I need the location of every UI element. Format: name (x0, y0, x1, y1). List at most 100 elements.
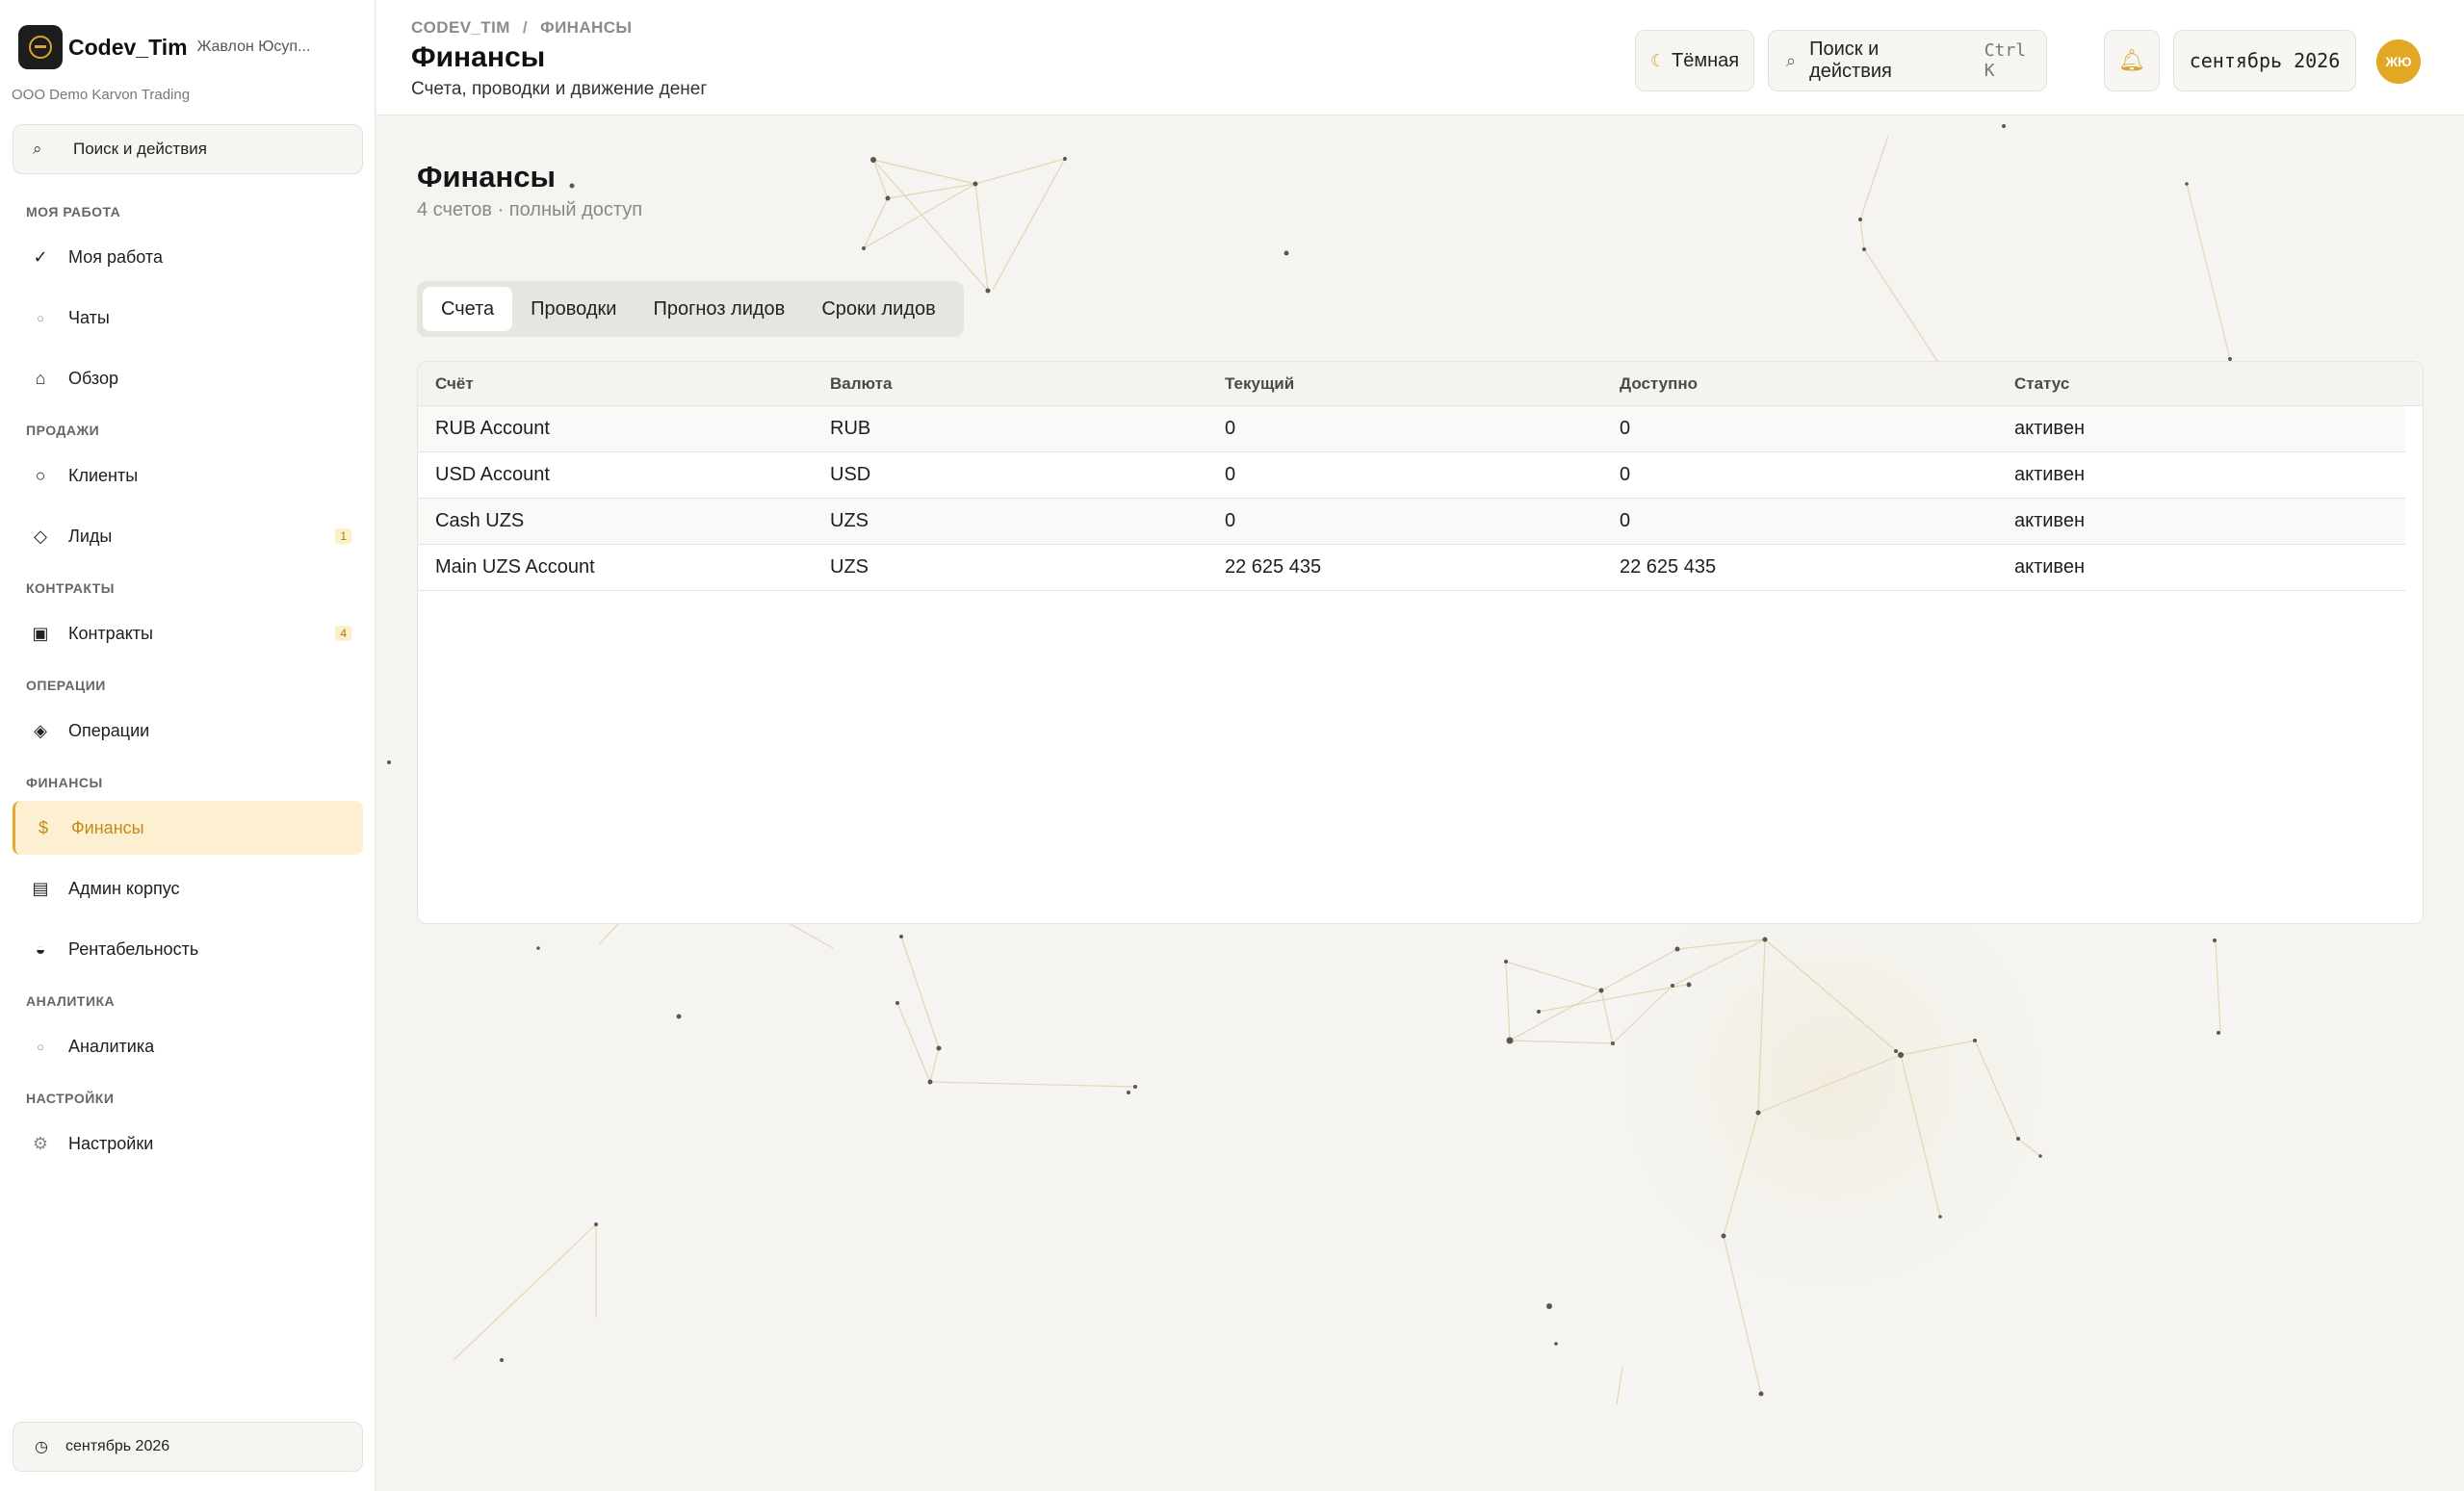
brand[interactable]: Codev_Tim Жавлон Юсуп... (18, 25, 310, 69)
page-title: Финансы (417, 160, 556, 193)
sidebar-item-settings[interactable]: ⚙ Настройки (13, 1117, 363, 1170)
sidebar-item-label: Финансы (71, 817, 144, 837)
avatar[interactable]: ЖЮ (2376, 39, 2421, 84)
column-header-current[interactable]: Текущий (1207, 374, 1602, 394)
period-selector[interactable]: сентябрь 2026 (2173, 30, 2356, 91)
column-header-account[interactable]: Счёт (418, 374, 813, 394)
breadcrumb-root[interactable]: CODEV_TIM (411, 18, 510, 37)
chat-icon: ○ (37, 310, 44, 325)
cell-current: 0 (1225, 510, 1236, 531)
column-header-status[interactable]: Статус (1997, 374, 2382, 394)
sidebar-item-leads[interactable]: ◇ Лиды 1 (13, 509, 363, 563)
breadcrumb-separator: / (522, 18, 529, 37)
cell-available: 0 (1620, 510, 1631, 531)
search-icon: ⌕ (33, 140, 42, 158)
cell-account: Main UZS Account (435, 556, 595, 578)
section-sales: ПРОДАЖИ (26, 423, 100, 438)
table-row[interactable]: RUB Account RUB 0 0 активен (418, 406, 2405, 452)
breadcrumb: CODEV_TIM / ФИНАНСЫ (411, 18, 632, 38)
dollar-icon: $ (38, 817, 48, 837)
column-header-currency[interactable]: Валюта (813, 374, 1207, 394)
header-title: Финансы (411, 41, 546, 73)
sidebar-item-my-work[interactable]: ✓ Моя работа (13, 230, 363, 284)
sidebar-item-profitability[interactable]: ◒ Рентабельность (13, 922, 363, 976)
cell-status: активен (2014, 418, 2085, 439)
sidebar-item-label: Моя работа (68, 246, 163, 267)
home-icon: ⌂ (35, 368, 46, 388)
cell-status: активен (2014, 510, 2085, 531)
circle-icon: ○ (35, 465, 46, 485)
small-circle-icon: ○ (37, 1039, 44, 1054)
gear-icon: ⚙ (32, 1133, 49, 1153)
brand-name: Codev_Tim (68, 34, 188, 60)
diamond-dot-icon: ◈ (34, 720, 47, 740)
theme-toggle-label: Тёмная (1672, 49, 1740, 71)
sidebar-item-label: Лиды (68, 526, 113, 546)
clock-icon: ◷ (35, 1439, 48, 1455)
cell-currency: UZS (830, 510, 869, 531)
theme-toggle-button[interactable]: ☾ Тёмная (1635, 30, 1754, 91)
tab-postings[interactable]: Проводки (512, 287, 635, 331)
sidebar-period-selector[interactable]: ◷ сентябрь 2026 (13, 1422, 363, 1472)
table-row[interactable]: Cash UZS UZS 0 0 активен (418, 499, 2405, 545)
top-header: CODEV_TIM / ФИНАНСЫ Финансы Счета, прово… (376, 0, 2464, 116)
accounts-table: Счёт Валюта Текущий Доступно Статус RUB … (417, 361, 2424, 924)
search-shortcut: Ctrl K (1984, 40, 2027, 81)
sidebar-search-button[interactable]: ⌕ Поиск и действия (13, 124, 363, 174)
sidebar-item-label: Клиенты (68, 465, 139, 485)
table-header: Счёт Валюта Текущий Доступно Статус (418, 362, 2423, 406)
sidebar-item-label: Операции (68, 720, 150, 740)
cell-currency: UZS (830, 556, 869, 578)
cell-status: активен (2014, 464, 2085, 485)
brand-logo (18, 25, 63, 69)
table-row[interactable]: USD Account USD 0 0 активен (418, 452, 2405, 499)
table-row[interactable]: Main UZS Account UZS 22 625 435 22 625 4… (418, 545, 2405, 591)
sidebar-item-clients[interactable]: ○ Клиенты (13, 449, 363, 502)
sidebar-item-finance[interactable]: $ Финансы (13, 801, 363, 855)
diamond-icon: ◇ (34, 526, 47, 546)
sidebar-search-label: Поиск и действия (73, 140, 207, 158)
cell-available: 22 625 435 (1620, 556, 1717, 578)
tab-lead-forecast[interactable]: Прогноз лидов (635, 287, 803, 331)
cell-currency: USD (830, 464, 871, 485)
sidebar-item-overview[interactable]: ⌂ Обзор (13, 351, 363, 405)
section-finance: ФИНАНСЫ (26, 775, 103, 790)
sidebar-item-label: Настройки (68, 1133, 154, 1153)
tab-bar: Счета Проводки Прогноз лидов Сроки лидов (417, 281, 964, 337)
sidebar-item-operations[interactable]: ◈ Операции (13, 704, 363, 758)
cell-available: 0 (1620, 464, 1631, 485)
sidebar-item-chats[interactable]: ○ Чаты (13, 291, 363, 345)
header-subtitle: Счета, проводки и движение денег (411, 79, 708, 99)
sidebar-item-label: Обзор (68, 368, 118, 388)
cell-currency: RUB (830, 418, 871, 439)
tab-lead-deadlines[interactable]: Сроки лидов (803, 287, 953, 331)
square-icon: ▣ (32, 623, 49, 643)
moon-icon: ☾ (1649, 50, 1667, 70)
half-circle-icon: ◒ (35, 938, 46, 959)
section-settings: НАСТРОЙКИ (26, 1091, 115, 1106)
sidebar-item-contracts[interactable]: ▣ Контракты 4 (13, 606, 363, 660)
sidebar-item-label: Админ корпус (68, 878, 180, 898)
sidebar-item-analytics[interactable]: ○ Аналитика (13, 1019, 363, 1073)
header-search-button[interactable]: ⌕ Поиск и действия Ctrl K (1768, 30, 2047, 91)
sidebar-item-admin[interactable]: ▤ Админ корпус (13, 861, 363, 915)
section-contracts: КОНТРАКТЫ (26, 580, 115, 596)
cell-status: активен (2014, 556, 2085, 578)
cell-account: RUB Account (435, 418, 550, 439)
check-icon: ✓ (33, 246, 48, 267)
tab-accounts[interactable]: Счета (423, 287, 513, 331)
sidebar: Codev_Tim Жавлон Юсуп... OOO Demo Karvon… (0, 0, 376, 1491)
section-operations: ОПЕРАЦИИ (26, 678, 106, 693)
column-header-available[interactable]: Доступно (1602, 374, 1997, 394)
sidebar-item-label: Рентабельность (68, 938, 199, 959)
table-icon: ▤ (32, 878, 49, 898)
leads-count-badge: 1 (335, 528, 351, 544)
section-analytics: АНАЛИТИКА (26, 993, 116, 1009)
section-my-work: МОЯ РАБОТА (26, 204, 121, 219)
notifications-button[interactable]: 🔔︎ (2104, 30, 2160, 91)
cell-account: Cash UZS (435, 510, 525, 531)
current-user-name: Жавлон Юсуп... (196, 39, 311, 55)
bell-icon: 🔔︎ (2118, 48, 2145, 72)
period-label: сентябрь 2026 (2189, 49, 2341, 72)
cell-current: 0 (1225, 464, 1236, 485)
